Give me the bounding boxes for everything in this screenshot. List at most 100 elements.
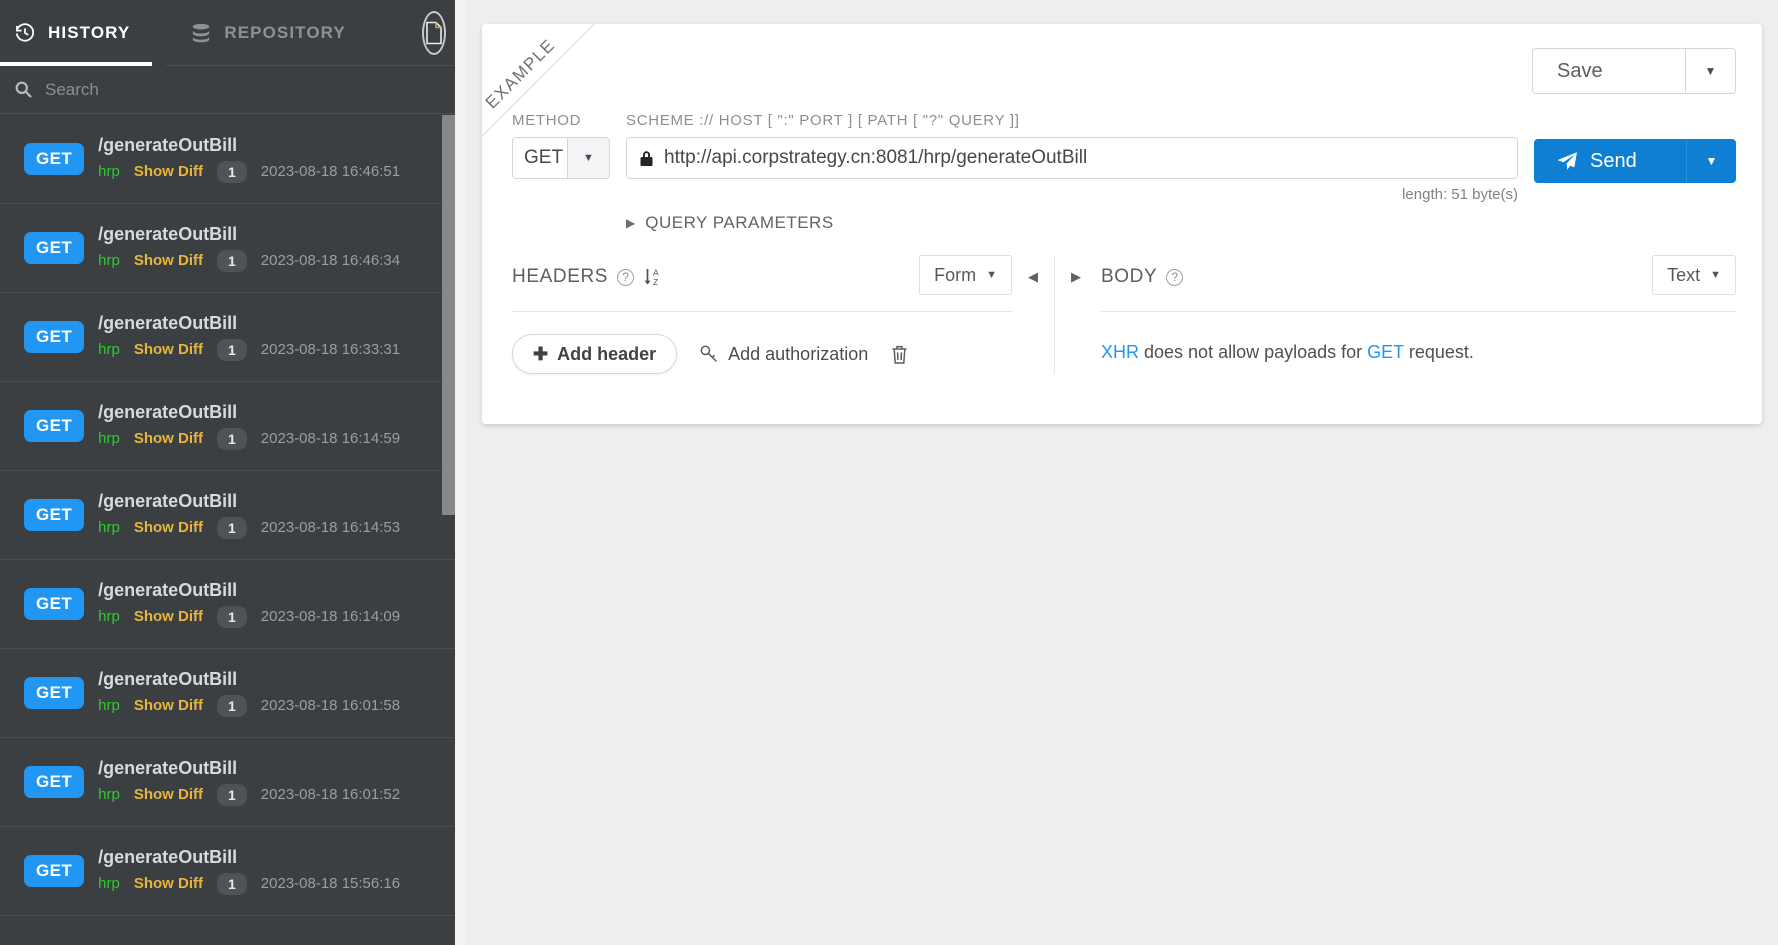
plus-icon: ✚ — [533, 343, 549, 364]
history-row[interactable]: GET/generateOutBill hrp Show Diff 1 2023-08-… — [0, 649, 455, 738]
method-badge: GET — [24, 766, 85, 798]
add-authorization-button[interactable]: Add authorization — [699, 344, 868, 365]
sidebar-search-row — [0, 66, 466, 114]
url-label: SCHEME :// HOST [ ":" PORT ] [ PATH [ "?… — [626, 112, 1020, 129]
app-root: HISTORY REPOSITORY Search GET /generateO… — [0, 0, 1778, 945]
history-env: hrp — [98, 519, 120, 537]
history-row[interactable]: GET/generateOutBill hrp Show Diff 1 2023-08-… — [0, 204, 455, 293]
sidebar-scrollbar-thumb[interactable] — [442, 115, 455, 515]
show-diff-link[interactable]: Show Diff — [134, 875, 203, 892]
body-format-select[interactable]: Text ▼ — [1652, 255, 1736, 295]
sidebar-tabs: HISTORY REPOSITORY — [0, 0, 466, 66]
history-env: hrp — [98, 697, 120, 715]
delete-headers-button[interactable] — [890, 344, 909, 365]
query-parameters-label: QUERY PARAMETERS — [645, 213, 834, 232]
headers-pane: HEADERS ? A Z Form ▼ ✚ Add header Add au… — [512, 255, 1012, 374]
question-circle-icon[interactable]: ? — [617, 268, 635, 286]
sidebar-scrollbar[interactable] — [442, 115, 455, 945]
add-authorization-label: Add authorization — [728, 343, 869, 364]
sidebar-tab-repository[interactable]: REPOSITORY — [176, 0, 368, 66]
sort-alpha-asc-icon[interactable]: A Z — [643, 266, 663, 288]
query-parameters-toggle[interactable]: ▶ QUERY PARAMETERS — [626, 213, 834, 233]
body-message-xhr: XHR — [1101, 342, 1140, 362]
request-line: METHOD GET ▼ SCHEME :// HOST [ ":" PORT … — [482, 94, 1762, 233]
method-badge: GET — [24, 588, 85, 620]
save-split-button[interactable]: Save ▼ — [1532, 48, 1736, 94]
show-diff-link[interactable]: Show Diff — [134, 252, 203, 269]
show-diff-link[interactable]: Show Diff — [134, 430, 203, 447]
sidebar-tab-history[interactable]: HISTORY — [0, 0, 153, 66]
history-row[interactable]: GET/generateOutBill hrp Show Diff 1 2023-08-… — [0, 382, 455, 471]
url-length-note: length: 51 byte(s) — [1402, 186, 1518, 203]
show-diff-link[interactable]: Show Diff — [134, 786, 203, 803]
body-pane: BODY ? Text ▼ XHR does not allow payload… — [1097, 255, 1736, 374]
show-diff-link[interactable]: Show Diff — [134, 163, 203, 180]
document-icon-button[interactable] — [421, 11, 446, 55]
tabs-underline — [166, 65, 466, 66]
history-env: hrp — [98, 608, 120, 626]
send-dropdown-button[interactable]: ▼ — [1686, 139, 1736, 183]
history-row[interactable]: GET/generateOutBill hrp Show Diff 1 2023-08-… — [0, 115, 455, 204]
history-meta: hrp Show Diff 1 2023-08-18 16:46:51 — [98, 160, 400, 183]
history-timestamp: 2023-08-18 16:14:59 — [260, 430, 401, 448]
collapse-headers-arrow-button[interactable]: ◀ — [1012, 269, 1054, 285]
sidebar: HISTORY REPOSITORY Search GET /generateO… — [0, 0, 466, 945]
history-path: /generateOutBill — [98, 135, 238, 156]
headers-view-mode-select[interactable]: Form ▼ — [919, 255, 1012, 295]
send-button[interactable]: Send — [1534, 139, 1686, 183]
method-label: METHOD — [512, 112, 582, 129]
method-badge: GET — [24, 232, 85, 264]
url-input[interactable] — [664, 147, 1505, 169]
history-row[interactable]: GET/generateOutBill hrp Show Diff 1 2023-08-… — [0, 293, 455, 382]
history-env: hrp — [98, 341, 120, 359]
history-timestamp: 2023-08-18 16:01:58 — [260, 697, 401, 715]
question-circle-icon[interactable]: ? — [1166, 268, 1184, 286]
pane-resize-arrows: ◀ — [1012, 255, 1054, 374]
history-count-badge: 1 — [217, 427, 247, 450]
history-row-body: /generateOutBill hrp Show Diff 1 2023-08-18 … — [98, 758, 400, 806]
expand-body-arrow-button[interactable]: ▶ — [1055, 269, 1097, 285]
history-timestamp: 2023-08-18 16:46:34 — [260, 252, 401, 270]
add-header-button[interactable]: ✚ Add header — [512, 334, 678, 374]
method-select[interactable]: GET ▼ — [512, 137, 610, 179]
history-timestamp: 2023-08-18 16:14:09 — [260, 608, 401, 626]
caret-down-icon: ▼ — [1704, 64, 1717, 78]
save-button[interactable]: Save — [1533, 49, 1685, 93]
history-row[interactable]: GET/generateOutBill hrp Show Diff 1 2023-08-… — [0, 827, 455, 916]
history-count-badge: 1 — [217, 338, 247, 361]
url-field: SCHEME :// HOST [ ":" PORT ] [ PATH [ "?… — [626, 112, 1518, 233]
save-dropdown-button[interactable]: ▼ — [1685, 49, 1735, 93]
headers-body-panes: HEADERS ? A Z Form ▼ ✚ Add header Add au… — [482, 233, 1762, 374]
sidebar-tab-repository-label: REPOSITORY — [224, 23, 346, 42]
history-path: /generateOutBill — [98, 847, 238, 868]
method-badge: GET — [24, 855, 85, 887]
show-diff-link[interactable]: Show Diff — [134, 608, 203, 625]
search-input[interactable] — [45, 79, 452, 100]
body-format-value: Text — [1667, 264, 1701, 285]
history-meta: hrp Show Diff 1 2023-08-18 15:56:16 — [98, 872, 400, 895]
history-env: hrp — [98, 430, 120, 448]
history-row[interactable]: GET/generateOutBill hrp Show Diff 1 2023-08-… — [0, 471, 455, 560]
method-field: METHOD GET ▼ — [512, 112, 610, 179]
history-timestamp: 2023-08-18 16:01:52 — [260, 786, 401, 804]
triangle-right-icon: ▶ — [1071, 269, 1081, 284]
body-message-middle: does not allow payloads for — [1139, 342, 1368, 362]
history-env: hrp — [98, 875, 120, 893]
method-badge: GET — [24, 677, 85, 709]
history-meta: hrp Show Diff 1 2023-08-18 16:33:31 — [98, 338, 400, 361]
method-badge: GET — [24, 321, 85, 353]
show-diff-link[interactable]: Show Diff — [134, 697, 203, 714]
send-split-button[interactable]: Send ▼ — [1534, 139, 1736, 183]
show-diff-link[interactable]: Show Diff — [134, 341, 203, 358]
history-row[interactable]: GET/generateOutBill hrp Show Diff 1 2023-08-… — [0, 738, 455, 827]
history-count-badge: 1 — [217, 872, 247, 895]
history-meta: hrp Show Diff 1 2023-08-18 16:01:52 — [98, 783, 401, 806]
history-row[interactable]: GET/generateOutBill hrp Show Diff 1 2023-08-… — [0, 560, 455, 649]
history-env: hrp — [98, 163, 120, 181]
history-meta: hrp Show Diff 1 2023-08-18 16:01:58 — [98, 694, 401, 717]
history-count-badge: 1 — [217, 516, 247, 539]
method-dropdown-button[interactable]: ▼ — [567, 138, 609, 178]
show-diff-link[interactable]: Show Diff — [134, 519, 203, 536]
body-message: XHR does not allow payloads for GET requ… — [1101, 312, 1736, 363]
history-meta: hrp Show Diff 1 2023-08-18 16:14:09 — [98, 605, 401, 628]
